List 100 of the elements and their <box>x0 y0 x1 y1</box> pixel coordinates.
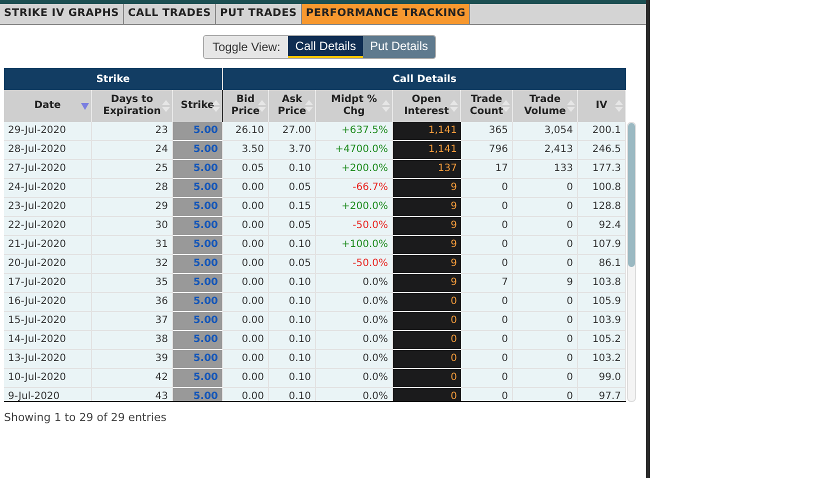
days-cell: 36 <box>92 293 173 312</box>
bid-cell: 0.00 <box>223 331 269 350</box>
change-cell: 0.0% <box>316 293 393 312</box>
change-cell: 0.0% <box>316 312 393 331</box>
change-cell: -50.0% <box>316 255 393 274</box>
date-cell: 27-Jul-2020 <box>4 160 92 179</box>
bid-cell: 0.00 <box>223 198 269 217</box>
trade-volume-cell: 3,054 <box>513 122 578 141</box>
iv-cell: 107.9 <box>578 236 626 255</box>
strike-cell: 5.00 <box>173 293 223 312</box>
open-interest-cell: 9 <box>393 198 461 217</box>
ask-cell: 0.10 <box>269 350 316 369</box>
strike-cell: 5.00 <box>173 141 223 160</box>
date-cell: 15-Jul-2020 <box>4 312 92 331</box>
trade-volume-cell: 0 <box>513 388 578 401</box>
strike-cell: 5.00 <box>173 331 223 350</box>
strike-cell: 5.00 <box>173 217 223 236</box>
strike-cell: 5.00 <box>173 255 223 274</box>
days-cell: 39 <box>92 350 173 369</box>
iv-cell: 103.8 <box>578 274 626 293</box>
date-cell: 9-Jul-2020 <box>4 388 92 401</box>
open-interest-cell: 9 <box>393 274 461 293</box>
bid-cell: 0.00 <box>223 350 269 369</box>
ask-cell: 0.05 <box>269 217 316 236</box>
trade-count-cell: 0 <box>461 312 513 331</box>
ask-cell: 0.05 <box>269 179 316 198</box>
change-cell: -50.0% <box>316 217 393 236</box>
entries-summary: Showing 1 to 29 of 29 entries <box>4 410 168 426</box>
open-interest-cell: 1,141 <box>393 141 461 160</box>
date-cell: 22-Jul-2020 <box>4 217 92 236</box>
iv-cell: 103.9 <box>578 312 626 331</box>
trade-volume-cell: 9 <box>513 274 578 293</box>
strike-cell: 5.00 <box>173 274 223 293</box>
date-cell: 21-Jul-2020 <box>4 236 92 255</box>
trade-count-cell: 796 <box>461 141 513 160</box>
trade-count-cell: 0 <box>461 179 513 198</box>
change-cell: 0.0% <box>316 274 393 293</box>
bid-cell: 0.00 <box>223 369 269 388</box>
change-cell: 0.0% <box>316 350 393 369</box>
bid-cell: 0.00 <box>223 179 269 198</box>
ask-cell: 0.10 <box>269 369 316 388</box>
trade-volume-cell: 0 <box>513 255 578 274</box>
iv-cell: 177.3 <box>578 160 626 179</box>
trade-count-cell: 0 <box>461 217 513 236</box>
view-toggle-button[interactable]: Put Details <box>362 36 435 58</box>
change-cell: +4700.0% <box>316 141 393 160</box>
days-cell: 31 <box>92 236 173 255</box>
open-interest-cell: 0 <box>393 293 461 312</box>
trade-count-cell: 7 <box>461 274 513 293</box>
trade-count-cell: 0 <box>461 350 513 369</box>
strike-cell: 5.00 <box>173 388 223 401</box>
iv-cell: 128.8 <box>578 198 626 217</box>
open-interest-cell: 137 <box>393 160 461 179</box>
date-cell: 28-Jul-2020 <box>4 141 92 160</box>
bid-cell: 0.05 <box>223 160 269 179</box>
scrollbar[interactable] <box>627 122 636 402</box>
trade-volume-cell: 0 <box>513 293 578 312</box>
iv-cell: 246.5 <box>578 141 626 160</box>
open-interest-cell: 0 <box>393 331 461 350</box>
group-header: Strike <box>96 72 130 86</box>
tab[interactable]: PERFORMANCE TRACKING <box>302 4 470 24</box>
open-interest-cell: 9 <box>393 179 461 198</box>
iv-cell: 103.2 <box>578 350 626 369</box>
ask-cell: 0.10 <box>269 236 316 255</box>
iv-cell: 105.9 <box>578 293 626 312</box>
days-cell: 43 <box>92 388 173 401</box>
scrollbar-thumb[interactable] <box>628 123 635 267</box>
trade-volume-cell: 0 <box>513 331 578 350</box>
bid-cell: 0.00 <box>223 255 269 274</box>
ask-cell: 27.00 <box>269 122 316 141</box>
bid-cell: 26.10 <box>223 122 269 141</box>
toggle-label: Toggle View: <box>204 36 288 58</box>
iv-cell: 200.1 <box>578 122 626 141</box>
days-cell: 38 <box>92 331 173 350</box>
trade-count-cell: 0 <box>461 388 513 401</box>
open-interest-cell: 9 <box>393 236 461 255</box>
iv-cell: 99.0 <box>578 369 626 388</box>
strike-cell: 5.00 <box>173 236 223 255</box>
open-interest-cell: 0 <box>393 388 461 401</box>
iv-cell: 100.8 <box>578 179 626 198</box>
strike-cell: 5.00 <box>173 198 223 217</box>
date-cell: 13-Jul-2020 <box>4 350 92 369</box>
date-cell: 16-Jul-2020 <box>4 293 92 312</box>
trade-count-cell: 0 <box>461 255 513 274</box>
change-cell: +200.0% <box>316 198 393 217</box>
open-interest-cell: 9 <box>393 217 461 236</box>
change-cell: 0.0% <box>316 331 393 350</box>
days-cell: 28 <box>92 179 173 198</box>
view-toggle-button[interactable]: Call Details <box>288 36 363 58</box>
trade-volume-cell: 0 <box>513 179 578 198</box>
days-cell: 24 <box>92 141 173 160</box>
bid-cell: 0.00 <box>223 293 269 312</box>
days-cell: 29 <box>92 198 173 217</box>
trade-volume-cell: 0 <box>513 198 578 217</box>
trade-count-cell: 0 <box>461 331 513 350</box>
bid-cell: 0.00 <box>223 274 269 293</box>
date-cell: 20-Jul-2020 <box>4 255 92 274</box>
ask-cell: 0.10 <box>269 331 316 350</box>
days-cell: 32 <box>92 255 173 274</box>
date-cell: 23-Jul-2020 <box>4 198 92 217</box>
